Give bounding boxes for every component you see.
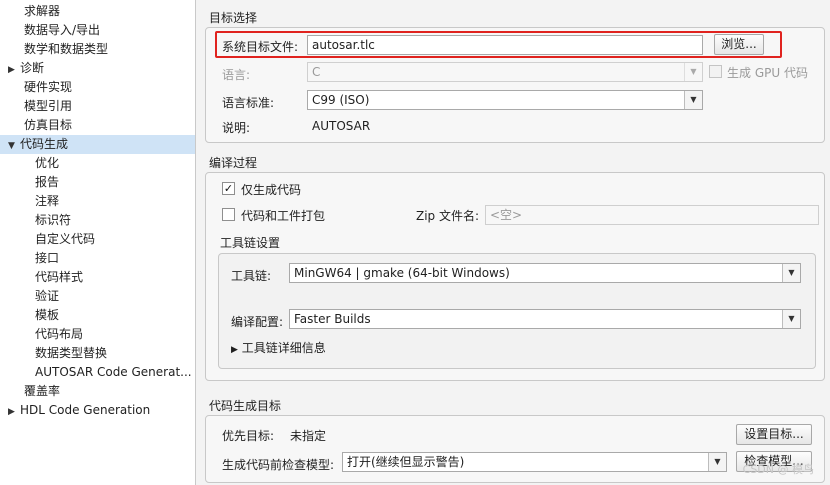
sidebar-item[interactable]: 仿真目标	[0, 116, 195, 135]
chevron-down-icon: ▼	[782, 264, 800, 282]
sidebar-item-label: 自定义代码	[35, 232, 96, 246]
toolchain-details-toggle[interactable]: ▶ 工具链详细信息	[231, 339, 326, 356]
zip-file-input[interactable]: <空>	[485, 205, 819, 225]
code-generation-pane: 目标选择 系统目标文件: autosar.tlc 浏览... 语言: C ▼ 生…	[197, 0, 830, 485]
generate-code-only-checkbox[interactable]: ✓	[222, 182, 235, 195]
sidebar-item[interactable]: 报告	[0, 173, 195, 192]
sidebar-item[interactable]: AUTOSAR Code Generat...	[0, 363, 195, 382]
sidebar-item-label: 数学和数据类型	[24, 42, 109, 56]
configuration-dialog: 求解器 数据导入/导出 数学和数据类型 ▶ 诊断 硬件实现 模型引用 仿真目标 ▼ 代码生成 优化报…	[0, 0, 830, 485]
zip-file-label: Zip 文件名:	[416, 209, 480, 223]
sidebar-item[interactable]: 代码样式	[0, 268, 195, 287]
gpu-code-label: 生成 GPU 代码	[727, 66, 808, 80]
chevron-down-icon: ▼	[708, 453, 726, 471]
sidebar-item[interactable]: 数据导入/导出	[0, 21, 195, 40]
sidebar-item[interactable]: 代码布局	[0, 325, 195, 344]
code-gen-objectives-group: 优先目标: 未指定 设置目标... 生成代码前检查模型: 打开(继续但显示警告)…	[205, 415, 825, 483]
sidebar-item-label: 优化	[35, 156, 60, 170]
sidebar-item-label: 代码布局	[35, 327, 84, 341]
watermark: CSDN @ 模鸟	[742, 463, 814, 476]
toolchain-settings-title: 工具链设置	[220, 236, 281, 250]
toolchain-label: 工具链:	[231, 269, 272, 283]
sidebar-item[interactable]: ▶ 诊断	[0, 59, 195, 78]
language-standard-value: C99 (ISO)	[312, 93, 370, 107]
package-artifacts-label: 代码和工件打包	[241, 209, 326, 223]
language-label: 语言:	[222, 68, 251, 82]
language-value: C	[312, 65, 321, 79]
sidebar-item-label: 数据导入/导出	[24, 23, 101, 37]
sidebar-item-label: 接口	[35, 251, 60, 265]
language-standard-label: 语言标准:	[222, 96, 275, 110]
language-standard-select[interactable]: C99 (ISO) ▼	[307, 90, 703, 110]
build-process-group: ✓ 仅生成代码 代码和工件打包 Zip 文件名: <空> 工具链设置 工具链: …	[205, 172, 825, 381]
sidebar-item[interactable]: 求解器	[0, 2, 195, 21]
check-model-label: 生成代码前检查模型:	[222, 458, 335, 472]
description-label: 说明:	[222, 121, 251, 135]
sidebar-item-label: 模型引用	[24, 99, 73, 113]
sidebar-item-label: 仿真目标	[24, 118, 73, 132]
sidebar-item[interactable]: 硬件实现	[0, 78, 195, 97]
sidebar-item-label: 数据类型替换	[35, 346, 108, 360]
config-tree-sidebar: 求解器 数据导入/导出 数学和数据类型 ▶ 诊断 硬件实现 模型引用 仿真目标 ▼ 代码生成 优化报…	[0, 0, 196, 485]
priority-objective-value: 未指定	[290, 429, 327, 443]
sidebar-item-label: 代码生成	[20, 137, 69, 151]
language-select[interactable]: C ▼	[307, 62, 703, 82]
sidebar-item-label: 覆盖率	[24, 384, 61, 398]
sidebar-item[interactable]: 模板	[0, 306, 195, 325]
sidebar-item[interactable]: 自定义代码	[0, 230, 195, 249]
toolchain-select[interactable]: MinGW64 | gmake (64-bit Windows) ▼	[289, 263, 801, 283]
system-target-highlight	[215, 31, 782, 58]
build-config-value: Faster Builds	[294, 312, 371, 326]
sidebar-item[interactable]: ▶ HDL Code Generation	[0, 401, 195, 420]
build-config-label: 编译配置:	[231, 315, 284, 329]
sidebar-item-label: 报告	[35, 175, 60, 189]
gpu-code-checkbox[interactable]	[709, 65, 722, 78]
sidebar-item-label: 代码样式	[35, 270, 84, 284]
sidebar-item-label: 求解器	[24, 4, 61, 18]
sidebar-item-label: 诊断	[20, 61, 45, 75]
sidebar-item[interactable]: 模型引用	[0, 97, 195, 116]
description-value: AUTOSAR	[312, 119, 371, 133]
sidebar-item[interactable]: 覆盖率	[0, 382, 195, 401]
sidebar-item-label: 标识符	[35, 213, 72, 227]
sidebar-item[interactable]: 数据类型替换	[0, 344, 195, 363]
expand-arrow-icon[interactable]: ▶	[8, 61, 20, 78]
sidebar-item[interactable]: 优化	[0, 154, 195, 173]
sidebar-item[interactable]: 标识符	[0, 211, 195, 230]
sidebar-item-label: HDL Code Generation	[20, 403, 151, 417]
sidebar-item-label: 硬件实现	[24, 80, 73, 94]
sidebar-item-label: 注释	[35, 194, 60, 208]
build-process-title: 编译过程	[209, 156, 258, 170]
toolchain-details-label: 工具链详细信息	[241, 341, 326, 355]
code-gen-objectives-title: 代码生成目标	[209, 399, 282, 413]
check-model-value: 打开(继续但显示警告)	[347, 455, 465, 469]
priority-objective-label: 优先目标:	[222, 429, 275, 443]
generate-code-only-label: 仅生成代码	[241, 183, 302, 197]
set-objectives-button[interactable]: 设置目标...	[736, 424, 812, 445]
toolchain-value: MinGW64 | gmake (64-bit Windows)	[294, 266, 510, 280]
sidebar-item-label: 模板	[35, 308, 60, 322]
package-artifacts-checkbox[interactable]	[222, 208, 235, 221]
chevron-down-icon: ▼	[684, 91, 702, 109]
expand-arrow-icon[interactable]: ▶	[8, 403, 20, 420]
expand-arrow-icon: ▶	[231, 345, 238, 355]
sidebar-item[interactable]: 注释	[0, 192, 195, 211]
sidebar-item[interactable]: 数学和数据类型	[0, 40, 195, 59]
toolchain-settings-group: 工具链: MinGW64 | gmake (64-bit Windows) ▼ …	[218, 253, 816, 369]
check-model-select[interactable]: 打开(继续但显示警告) ▼	[342, 452, 727, 472]
chevron-down-icon: ▼	[684, 63, 702, 81]
build-config-select[interactable]: Faster Builds ▼	[289, 309, 801, 329]
sidebar-item-label: AUTOSAR Code Generat...	[35, 365, 192, 379]
target-selection-title: 目标选择	[209, 11, 258, 25]
sidebar-item[interactable]: ▼ 代码生成	[0, 135, 195, 154]
sidebar-item[interactable]: 验证	[0, 287, 195, 306]
collapse-arrow-icon[interactable]: ▼	[8, 137, 20, 154]
sidebar-item[interactable]: 接口	[0, 249, 195, 268]
sidebar-item-label: 验证	[35, 289, 60, 303]
chevron-down-icon: ▼	[782, 310, 800, 328]
